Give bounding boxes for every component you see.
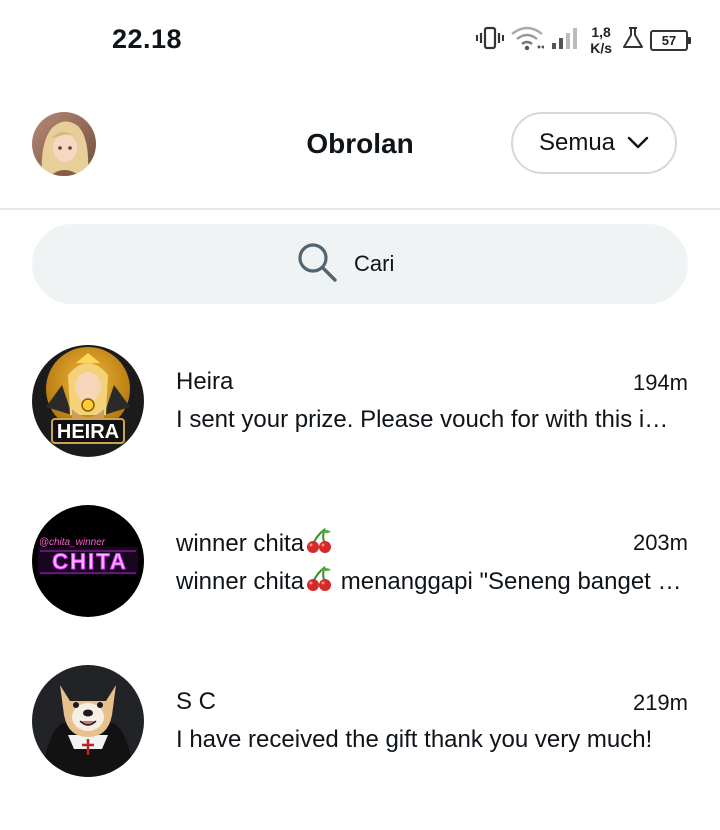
status-icons: 1,8 K/s 57	[476, 22, 691, 58]
vibrate-icon	[476, 25, 505, 56]
search-icon	[296, 241, 338, 288]
chita-logo-text: CHITA	[52, 549, 128, 574]
chat-preview-name: winner chita	[176, 568, 305, 595]
chat-preview: I have received the gift thank you very …	[176, 726, 653, 753]
search-input[interactable]	[354, 251, 424, 277]
network-speed-value: 1,8	[591, 24, 611, 40]
chat-time: 203m	[632, 530, 688, 555]
chat-list: HEIRA Heira 194m I sent your prize. Plea…	[0, 330, 720, 810]
cherry-icon	[304, 566, 334, 599]
status-bar: 22.18 1,8 K/s 57	[0, 0, 720, 80]
wifi-icon	[510, 25, 545, 56]
cherry-icon	[304, 527, 334, 561]
chita-handle-text: @chita_winner	[39, 537, 106, 548]
chat-avatar-winner-chita[interactable]: @chita_winner CHITA	[32, 505, 144, 617]
chat-item-sc[interactable]: S C 219m I have received the gift thank …	[0, 650, 720, 810]
chat-avatar-heira[interactable]: HEIRA	[32, 345, 144, 457]
chat-item-winner-chita[interactable]: @chita_winner CHITA winner chita 203m wi…	[0, 490, 720, 650]
status-time: 22.18	[112, 24, 183, 54]
chevron-down-icon	[627, 129, 649, 157]
heira-logo-text: HEIRA	[57, 421, 119, 443]
chat-name: winner chita	[176, 527, 334, 561]
chat-item-heira[interactable]: HEIRA Heira 194m I sent your prize. Plea…	[0, 330, 720, 490]
chat-name: S C	[176, 688, 217, 715]
network-speed-unit: K/s	[590, 40, 612, 56]
flask-icon	[622, 26, 644, 55]
chat-preview: winner chita menanggapi "Seneng banget b…	[176, 566, 688, 599]
chat-preview: I sent your prize. Please vouch for with…	[176, 406, 688, 433]
network-speed: 1,8 K/s	[590, 24, 612, 56]
chat-avatar-sc[interactable]	[32, 665, 144, 777]
battery-icon: 57	[650, 29, 691, 51]
chat-time: 219m	[632, 690, 688, 715]
top-bar: Obrolan Semua	[0, 100, 720, 210]
battery-level: 57	[661, 32, 677, 48]
chat-name: Heira	[176, 368, 234, 395]
chat-name-text: winner chita	[176, 530, 305, 557]
chat-preview-text: menanggapi "Seneng banget bisa menang"	[340, 568, 688, 595]
filter-label: Semua	[538, 129, 616, 156]
signal-icon	[550, 25, 580, 56]
search-bar[interactable]	[32, 224, 688, 304]
chat-time: 194m	[632, 370, 688, 395]
filter-dropdown-button[interactable]: Semua	[511, 112, 677, 174]
